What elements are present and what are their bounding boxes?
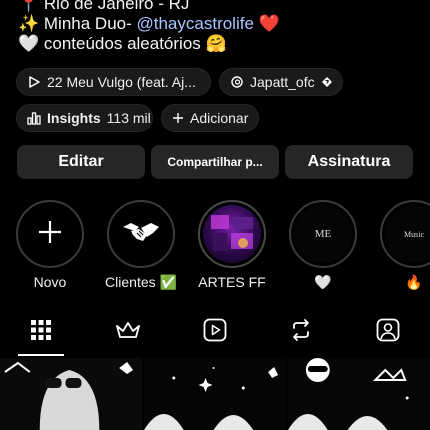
new-highlight-ring [16,200,84,268]
insights-count: 113 mil [106,110,151,126]
highlight-fire[interactable]: Music 🔥 [378,200,430,291]
tab-reels[interactable] [195,312,235,352]
plus-icon [172,111,184,125]
play-icon [27,75,41,89]
subscription-button[interactable]: Assinatura [285,145,413,179]
insights-label: Insights [47,110,101,126]
highlight-label: Novo [33,274,67,290]
tagged-icon [376,318,400,347]
tab-tagged[interactable] [368,312,408,352]
music-chip-label: 22 Meu Vulgo (feat. Aj... [47,74,196,90]
plus-icon [37,219,63,250]
bio-location: 📍 Rio de Janeiro - RJ [18,0,190,13]
threads-chip-label: Japatt_ofc [250,74,315,90]
tab-grid[interactable] [21,312,61,352]
highlight-white-heart[interactable]: ME 🤍 [287,200,359,291]
highlight-new[interactable]: Novo [14,200,86,290]
me-cover-text: ME [314,228,332,240]
active-tab-indicator [18,354,64,356]
reposts-icon [289,318,313,347]
highlight-ring [107,200,175,268]
post-thumbnail[interactable] [144,358,286,430]
posts-grid [0,358,430,430]
threads-badge-icon [321,75,333,89]
share-button[interactable]: Compartilhar p... [151,145,279,179]
insights-icon [27,111,41,125]
threads-chip[interactable]: Japatt_ofc [219,68,343,96]
post-logo-image [288,358,430,430]
post-thumbnail[interactable] [0,358,142,430]
handshake-cover [112,205,170,263]
music-cover: Music [385,205,430,263]
highlight-label: ARTES FF [198,274,266,290]
tab-reposts[interactable] [281,312,321,352]
tab-subscriptions[interactable] [108,312,148,352]
highlight-ring [198,200,266,268]
duo-handle-link[interactable]: @thaycastrolife [137,14,254,33]
post-thumbnail[interactable] [288,358,430,430]
crown-icon [115,320,141,345]
highlight-label: 🤍 [314,274,332,290]
highlight-ring: ME [289,200,357,268]
add-chip-label: Adicionar [190,110,249,126]
bio-duo-suffix: ❤️ [253,14,280,33]
insights-chip[interactable]: Insights 113 mil [16,104,153,132]
reels-icon [203,318,227,347]
artes-collage-icon [211,215,253,251]
bio-content: 🤍 conteúdos aleatórios 🤗 [18,34,227,53]
artes-cover-image [203,205,261,263]
highlight-label: 🔥 [405,274,423,290]
highlight-artes-ff[interactable]: ARTES FF [196,200,268,290]
handshake-icon [121,219,161,250]
threads-icon [230,75,244,89]
music-cover-text: Music [404,229,424,239]
profile-bio: 📍 Rio de Janeiro - RJ ✨ Minha Duo- @thay… [18,0,418,54]
add-chip[interactable]: Adicionar [161,104,259,132]
me-cover: ME [294,205,352,263]
music-chip[interactable]: 22 Meu Vulgo (feat. Aj... [16,68,211,96]
highlight-label: Clientes ✅ [105,274,177,290]
profile-tabs [0,312,430,356]
highlight-ring: Music [380,200,430,268]
post-sparkle-image [144,358,286,430]
post-avatar-image [0,358,142,430]
edit-button[interactable]: Editar [17,145,145,179]
grid-icon [30,319,52,346]
bio-duo-prefix: ✨ Minha Duo- [18,14,137,33]
bio-duo: ✨ Minha Duo- @thaycastrolife ❤️ [18,14,418,34]
highlight-clients[interactable]: Clientes ✅ [105,200,177,291]
